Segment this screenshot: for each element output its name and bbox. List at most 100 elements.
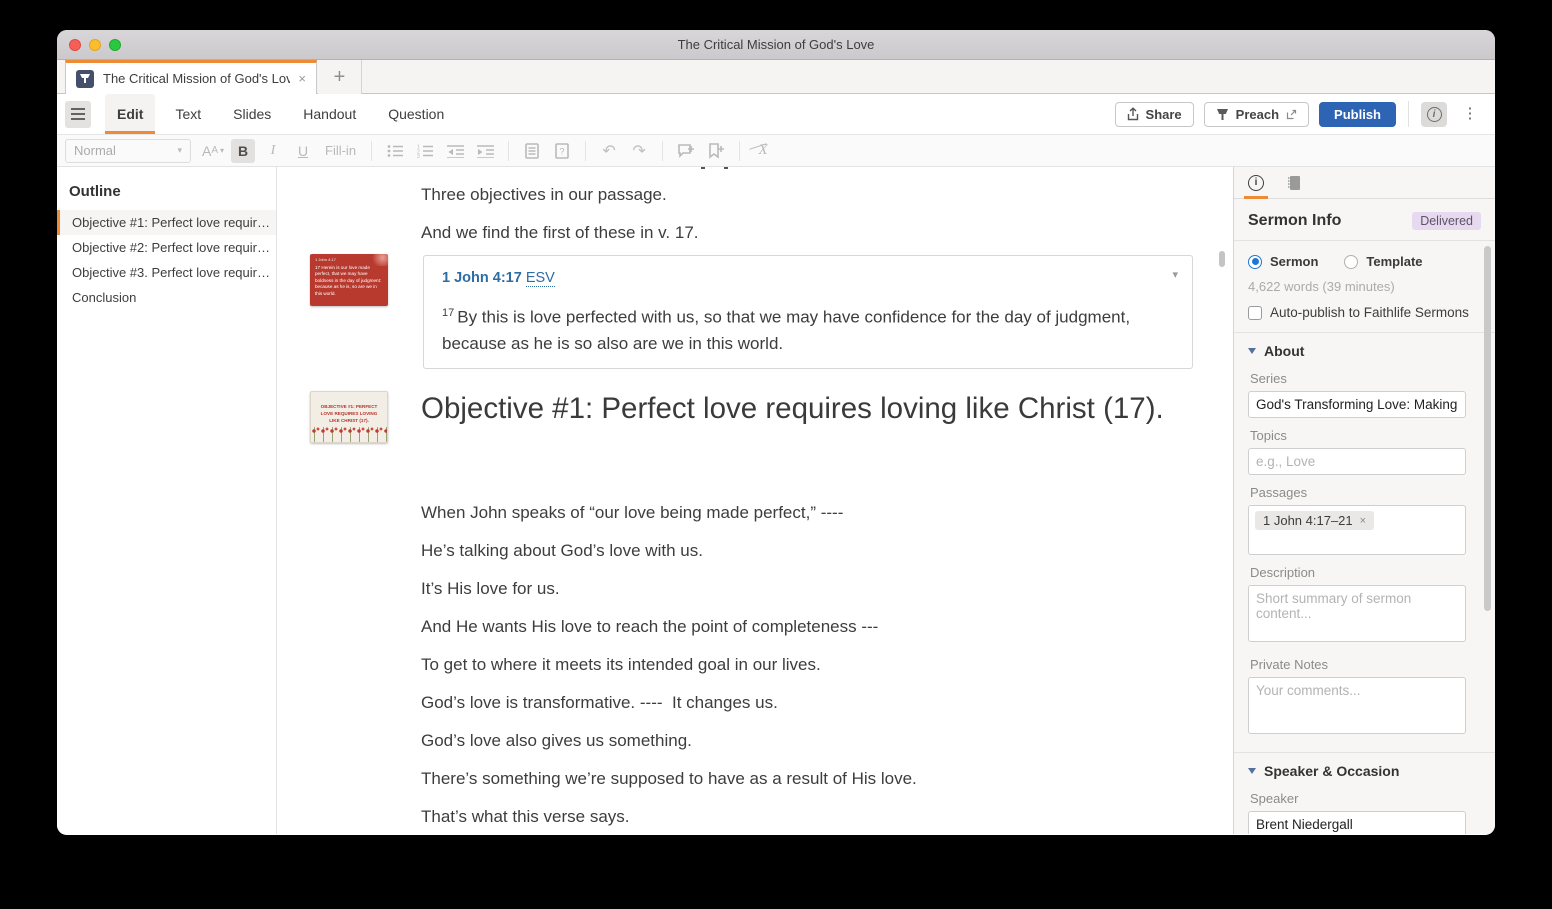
paragraph-style-dropdown[interactable]: Normal ▾ xyxy=(65,138,191,163)
panel-title: Sermon Info xyxy=(1248,212,1342,229)
passages-input[interactable]: 1 John 4:17–21 × xyxy=(1248,505,1466,555)
tab-sermon-info[interactable]: i xyxy=(1244,167,1268,199)
verse-text: 17 By this is love perfected with us, so … xyxy=(442,307,1131,353)
speaker-label: Speaker xyxy=(1250,791,1299,806)
outline-item-objective-3[interactable]: Objective #3. Perfect love requir… xyxy=(57,260,276,285)
bible-version-link[interactable]: ESV xyxy=(525,270,555,287)
menu-handout[interactable]: Handout xyxy=(291,94,368,134)
more-options-button[interactable]: ⋮ xyxy=(1457,102,1483,127)
app-window: The Critical Mission of God's Love The C… xyxy=(57,30,1495,835)
panel-scrollbar-thumb[interactable] xyxy=(1484,246,1491,611)
fill-in-button[interactable]: Fill-in xyxy=(321,139,360,163)
tab-media[interactable] xyxy=(1286,167,1302,199)
editor-scrollbar-thumb[interactable] xyxy=(1219,251,1225,267)
window-title: The Critical Mission of God's Love xyxy=(677,37,875,52)
status-badge: Delivered xyxy=(1412,212,1481,230)
divider xyxy=(508,140,510,161)
menu-bar: Edit Text Slides Handout Question Share … xyxy=(57,94,1495,135)
font-size-button[interactable]: A A ▾ xyxy=(201,139,225,163)
add-comment-button[interactable] xyxy=(674,139,698,163)
speaker-occasion-section: Speaker & Occasion Speaker xyxy=(1234,753,1495,834)
editor-paragraph[interactable]: And He wants His love to reach the point… xyxy=(421,615,1211,638)
close-window-button[interactable] xyxy=(69,39,81,51)
minimize-window-button[interactable] xyxy=(89,39,101,51)
editor-paragraph[interactable]: And we find the first of these in v. 17. xyxy=(421,221,1211,244)
screen: The Critical Mission of God's Love The C… xyxy=(0,0,1552,909)
tab-strip: The Critical Mission of God's Love × + xyxy=(57,60,1495,94)
menu-text[interactable]: Text xyxy=(163,94,213,134)
editor-paragraph[interactable]: That’s what this verse says. xyxy=(421,805,1211,828)
indent-button[interactable] xyxy=(473,139,497,163)
italic-button[interactable]: I xyxy=(261,139,285,163)
insert-question-button[interactable]: ? xyxy=(550,139,574,163)
editor-paragraph[interactable]: When John speaks of “our love being made… xyxy=(421,501,1211,524)
editor-paragraph[interactable]: God’s love is transformative. ---- It ch… xyxy=(421,691,1211,714)
info-icon: i xyxy=(1248,174,1264,191)
share-button[interactable]: Share xyxy=(1114,101,1194,127)
outdent-button[interactable] xyxy=(443,139,467,163)
collapse-triangle-icon xyxy=(1248,768,1256,774)
outline-item-conclusion[interactable]: Conclusion xyxy=(57,285,276,310)
outline-item-objective-1[interactable]: Objective #1: Perfect love requir… xyxy=(57,210,276,235)
insert-content-button[interactable] xyxy=(520,139,544,163)
collapse-triangle-icon xyxy=(1248,348,1256,354)
bullet-list-button[interactable] xyxy=(383,139,407,163)
topics-label: Topics xyxy=(1250,428,1287,443)
sermon-radio[interactable] xyxy=(1248,254,1262,269)
menu-slides[interactable]: Slides xyxy=(221,94,283,134)
clear-formatting-button[interactable]: X xyxy=(751,139,775,163)
word-count: 4,622 words (39 minutes) xyxy=(1248,279,1395,294)
preach-button[interactable]: Preach xyxy=(1203,101,1310,127)
divider xyxy=(739,140,741,161)
chevron-down-icon: ▾ xyxy=(177,145,182,155)
slide-verse-reference: 1 John 4:17 xyxy=(315,257,336,262)
topics-input[interactable] xyxy=(1248,448,1466,475)
series-input[interactable] xyxy=(1248,391,1466,418)
slide-heading-text: OBJECTIVE #1: PERFECT LOVE REQUIRES LOVI… xyxy=(320,404,378,423)
passage-tag[interactable]: 1 John 4:17–21 × xyxy=(1255,511,1375,530)
section-heading[interactable]: Objective #1: Perfect love requires lovi… xyxy=(421,385,1201,432)
template-radio[interactable] xyxy=(1344,254,1359,269)
editor-paragraph[interactable]: There’s something we’re supposed to have… xyxy=(421,767,1211,790)
menu-question[interactable]: Question xyxy=(376,94,456,134)
bold-button[interactable]: B xyxy=(231,138,255,163)
redo-button[interactable]: ↷ xyxy=(627,139,651,163)
floral-decoration xyxy=(311,427,387,442)
description-textarea[interactable] xyxy=(1248,585,1466,642)
action-buttons: Share Preach Publish i ⋮ xyxy=(1114,101,1495,127)
private-notes-textarea[interactable] xyxy=(1248,677,1466,734)
outline-item-objective-2[interactable]: Objective #2: Perfect love requir… xyxy=(57,235,276,260)
remove-passage-icon[interactable]: × xyxy=(1360,515,1366,527)
panel-tabs: i xyxy=(1234,167,1495,199)
sermon-editor[interactable]: Three objectives in our passage. And we … xyxy=(277,167,1233,834)
numbered-list-button[interactable]: 123 xyxy=(413,139,437,163)
editor-paragraph[interactable]: To get to where it meets its intended go… xyxy=(421,653,1211,676)
series-label: Series xyxy=(1250,371,1287,386)
kebab-menu-icon: ⋮ xyxy=(1462,105,1478,122)
add-bookmark-button[interactable] xyxy=(704,139,728,163)
document-tab[interactable]: The Critical Mission of God's Love × xyxy=(65,60,317,94)
verse-card[interactable]: 1 John 4:17 ESV ▾ 17 By this is love perf… xyxy=(423,255,1193,369)
menu-edit[interactable]: Edit xyxy=(105,94,156,134)
zoom-window-button[interactable] xyxy=(109,39,121,51)
hamburger-menu-icon[interactable] xyxy=(65,100,91,128)
tab-close-icon[interactable]: × xyxy=(298,71,306,86)
editor-paragraph[interactable]: Three objectives in our passage. xyxy=(421,183,1211,206)
underline-button[interactable]: U xyxy=(291,139,315,163)
editor-paragraph[interactable]: God’s love also gives us something. xyxy=(421,729,1211,752)
editor-paragraph[interactable]: He’s talking about God’s love with us. xyxy=(421,539,1211,562)
editor-paragraph[interactable]: It’s His love for us. xyxy=(421,577,1211,600)
undo-button[interactable]: ↶ xyxy=(597,139,621,163)
pulpit-icon xyxy=(1216,108,1228,120)
speaker-section-header[interactable]: Speaker & Occasion xyxy=(1248,753,1481,781)
about-section-header[interactable]: About xyxy=(1248,333,1481,361)
new-tab-button[interactable]: + xyxy=(318,60,362,94)
speaker-input[interactable] xyxy=(1248,811,1466,834)
publish-button[interactable]: Publish xyxy=(1319,101,1396,127)
info-panel-toggle-button[interactable]: i xyxy=(1421,101,1447,127)
auto-publish-checkbox[interactable] xyxy=(1248,305,1262,320)
heading-slide-thumbnail[interactable]: OBJECTIVE #1: PERFECT LOVE REQUIRES LOVI… xyxy=(310,391,388,443)
collapse-chevron-icon[interactable]: ▾ xyxy=(1172,268,1178,281)
description-label: Description xyxy=(1250,565,1316,580)
verse-slide-thumbnail[interactable]: 1 John 4:17 17 Herein is our love made p… xyxy=(310,254,388,306)
